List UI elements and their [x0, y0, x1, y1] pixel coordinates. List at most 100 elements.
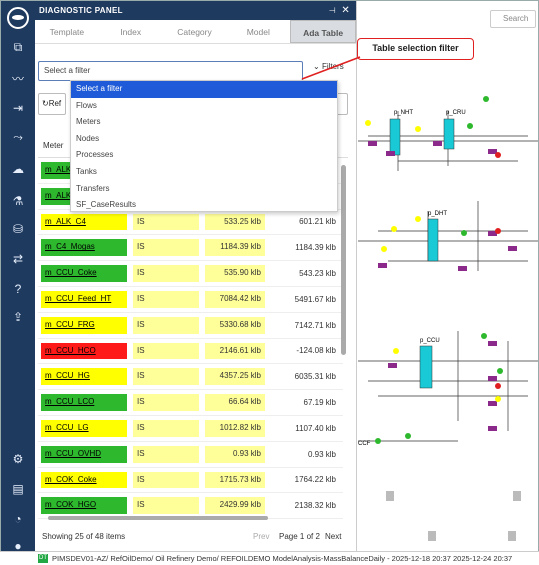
transfer-icon[interactable]: ⇄ — [10, 251, 26, 267]
pin-icon[interactable]: ⊣ — [329, 1, 336, 20]
status-value: IS — [133, 265, 199, 282]
meter-link[interactable]: m_CCU_HG — [41, 368, 127, 386]
help-icon[interactable]: ? — [10, 281, 26, 297]
node-label: p_CCU — [420, 338, 440, 344]
tab-ada-table[interactable]: Ada Table — [290, 20, 356, 43]
tab-category[interactable]: Category — [163, 20, 227, 43]
status-cell: IS — [130, 416, 202, 441]
value2-cell: 1107.40 klb — [295, 423, 336, 433]
table-row[interactable]: m_CCU_OVHD IS 0.93 klb 0.93 klb — [38, 442, 343, 468]
filter-option[interactable]: Tanks — [71, 164, 337, 181]
annotation-callout: Table selection filter — [357, 38, 474, 60]
settings-icon[interactable]: ⚙ — [10, 451, 26, 467]
search-input[interactable]: Search — [490, 10, 536, 28]
database-check-icon[interactable]: ⛁ — [10, 221, 26, 237]
value2-cell: 0.93 klb — [307, 449, 336, 459]
plant-icon[interactable]: ⚗ — [10, 193, 26, 209]
value-cell: 66.64 klb — [202, 390, 268, 415]
table-row[interactable]: m_CCU_FRG IS 5330.68 klb 7142.71 klb — [38, 313, 343, 339]
page-indicator: Page 1 of 2 — [279, 532, 320, 541]
callout-arrow — [301, 56, 361, 80]
table-row[interactable]: m_CCU_Feed_HT IS 7084.42 klb 5491.67 klb — [38, 287, 343, 313]
value2-cell: -124.08 klb — [296, 346, 336, 356]
tab-model[interactable]: Model — [226, 20, 290, 43]
value2-cell: 1184.39 klb — [295, 243, 336, 253]
value2-cell: 7142.71 klb — [294, 320, 336, 330]
panel-title: DIAGNOSTIC PANEL — [39, 6, 123, 15]
filter-option[interactable]: Processes — [71, 147, 337, 164]
filter-option[interactable]: Select a filter — [71, 81, 337, 98]
status-bar: DT PIMSDEV01-AZ/ RefOilDemo/ Oil Refiner… — [0, 551, 539, 565]
app-logo-icon[interactable] — [7, 7, 29, 29]
bell-icon[interactable]: ◔ — [10, 511, 26, 527]
prev-button[interactable]: Prev — [253, 528, 269, 546]
panel-tabs: Template Index Category Model Ada Table — [35, 20, 356, 44]
table-row[interactable]: m_CCU_Coke IS 535.90 klb 543.23 klb — [38, 261, 343, 287]
status-cell: IS — [130, 364, 202, 389]
meter-link[interactable]: m_ALK_C4 — [41, 213, 127, 231]
status-value: IS — [133, 342, 199, 360]
value-cell: 5330.68 klb — [202, 313, 268, 338]
value-text: 5330.68 klb — [205, 316, 265, 334]
filter-select[interactable]: Select a filter — [38, 61, 303, 81]
value-text: 66.64 klb — [205, 394, 265, 411]
filter-option[interactable]: SF_CaseResults — [71, 197, 337, 214]
table-row[interactable]: m_CCU_LG IS 1012.82 klb 1107.40 klb — [38, 416, 343, 442]
filter-option[interactable]: Nodes — [71, 131, 337, 148]
value-cell: 0.93 klb — [202, 442, 268, 467]
meter-cell: m_COK_HGO — [38, 493, 130, 518]
meter-link[interactable]: m_CCU_LCO — [41, 394, 127, 411]
meter-link[interactable]: m_CCU_OVHD — [41, 445, 127, 463]
value2-cell: 67.19 klb — [303, 398, 336, 408]
meter-link[interactable]: m_CCU_HCO — [41, 342, 127, 360]
value-text: 2146.61 klb — [205, 342, 265, 360]
link-icon[interactable]: ⤳ — [10, 129, 26, 145]
value-text: 1184.39 klb — [205, 239, 265, 257]
status-cell: IS — [130, 493, 202, 518]
value2-cell: 6035.31 klb — [294, 372, 336, 382]
process-diagram[interactable]: p_NHT p_CRU p_DHT p_CCU CCF — [358, 1, 538, 551]
column-header-meter[interactable]: Meter — [43, 141, 63, 150]
meter-cell: m_CCU_LG — [38, 416, 130, 441]
vertical-scrollbar[interactable] — [341, 155, 347, 515]
value2-cell: 1764.22 klb — [294, 475, 336, 485]
value2-cell: 2138.32 klb — [294, 501, 336, 511]
status-value: IS — [133, 239, 199, 257]
meter-link[interactable]: m_CCU_Feed_HT — [41, 290, 127, 308]
table-row[interactable]: m_CCU_HG IS 4357.25 klb 6035.31 klb — [38, 364, 343, 391]
tab-template[interactable]: Template — [35, 20, 99, 43]
table-row[interactable]: m_CCU_LCO IS 66.64 klb 67.19 klb — [38, 390, 343, 416]
meter-link[interactable]: m_CCU_Coke — [41, 265, 127, 282]
table-row[interactable]: m_COK_Coke IS 1715.73 klb 1764.22 klb — [38, 468, 343, 494]
chat-icon[interactable]: ▤ — [10, 481, 26, 497]
scroll-thumb[interactable] — [341, 165, 346, 355]
trend-icon[interactable]: 〰 — [10, 71, 26, 87]
meter-cell: m_CCU_Feed_HT — [38, 287, 130, 312]
status-cell: IS — [130, 313, 202, 338]
table-row[interactable]: m_C4_Mogas IS 1184.39 klb 1184.39 klb — [38, 235, 343, 262]
meter-link[interactable]: m_C4_Mogas — [41, 239, 127, 257]
status-cell: IS — [130, 442, 202, 467]
filter-option[interactable]: Flows — [71, 98, 337, 115]
close-icon[interactable]: ✕ — [341, 1, 350, 20]
tab-index[interactable]: Index — [99, 20, 163, 43]
value-text: 533.25 klb — [205, 213, 265, 231]
refresh-button[interactable]: ↻Ref — [38, 93, 66, 115]
horizontal-scrollbar[interactable] — [42, 516, 347, 521]
next-button[interactable]: Next — [325, 528, 341, 546]
scroll-thumb[interactable] — [48, 516, 268, 520]
status-cell: IS — [130, 261, 202, 286]
meter-link[interactable]: m_COK_HGO — [41, 497, 127, 515]
meter-link[interactable]: m_CCU_FRG — [41, 316, 127, 334]
filter-option[interactable]: Meters — [71, 114, 337, 131]
export-icon[interactable]: ⇪ — [10, 309, 26, 325]
table-row[interactable]: m_CCU_HCO IS 2146.61 klb -124.08 klb — [38, 339, 343, 365]
meter-cell: m_CCU_FRG — [38, 313, 130, 338]
meter-link[interactable]: m_CCU_LG — [41, 419, 127, 437]
value-cell: 1012.82 klb — [202, 416, 268, 441]
cloud-check-icon[interactable]: ☁ — [10, 161, 26, 177]
filter-option[interactable]: Transfers — [71, 181, 337, 198]
network-icon[interactable]: ⧉ — [10, 39, 26, 55]
flow-icon[interactable]: ⇥ — [10, 100, 26, 116]
meter-link[interactable]: m_COK_Coke — [41, 471, 127, 489]
